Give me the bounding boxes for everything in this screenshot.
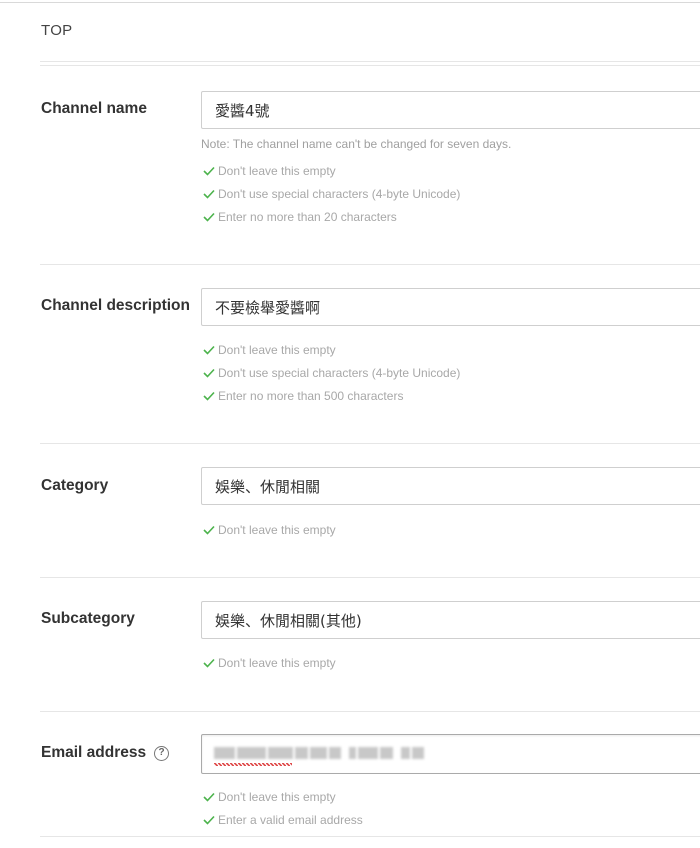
rule-text: Don't leave this empty — [218, 343, 336, 357]
help-circle-icon[interactable]: ? — [154, 745, 170, 761]
rule-text: Don't leave this empty — [218, 523, 336, 537]
channel-description-input[interactable] — [201, 288, 700, 326]
validation-rule: Don't use special characters (4-byte Uni… — [203, 366, 460, 380]
validation-rule: Don't leave this empty — [203, 164, 336, 178]
validation-rule: Don't leave this empty — [203, 523, 336, 537]
validation-rule: Don't leave this empty — [203, 656, 336, 670]
check-icon — [203, 391, 215, 401]
email-address-input[interactable] — [201, 734, 700, 774]
check-icon — [203, 815, 215, 825]
check-icon — [203, 658, 215, 668]
check-icon — [203, 166, 215, 176]
rule-text: Don't leave this empty — [218, 164, 336, 178]
email-address-label: Email address — [41, 744, 147, 761]
top-divider — [0, 2, 700, 3]
validation-rule: Enter a valid email address — [203, 813, 363, 827]
check-icon — [203, 368, 215, 378]
validation-rule: Enter no more than 20 characters — [203, 210, 397, 224]
check-icon — [203, 189, 215, 199]
check-icon — [203, 212, 215, 222]
validation-rule: Don't use special characters (4-byte Uni… — [203, 187, 460, 201]
category-input[interactable] — [201, 467, 700, 505]
category-label: Category — [41, 477, 109, 494]
rule-text: Don't leave this empty — [218, 790, 336, 804]
check-icon — [203, 345, 215, 355]
email-address-label-group: Email address ? — [41, 744, 170, 762]
check-icon — [203, 525, 215, 535]
section-divider — [40, 577, 700, 578]
section-divider — [40, 61, 700, 66]
channel-name-input[interactable] — [201, 91, 700, 129]
rule-text: Don't use special characters (4-byte Uni… — [218, 187, 461, 201]
channel-description-label: Channel description — [41, 297, 190, 314]
rule-text: Enter no more than 20 characters — [218, 210, 397, 224]
rule-text: Enter no more than 500 characters — [218, 389, 404, 403]
channel-name-note: Note: The channel name can't be changed … — [201, 137, 512, 151]
rule-text: Don't leave this empty — [218, 656, 336, 670]
validation-rule: Don't leave this empty — [203, 790, 336, 804]
section-divider — [40, 264, 700, 265]
validation-rule: Don't leave this empty — [203, 343, 336, 357]
channel-name-label: Channel name — [41, 100, 147, 117]
rule-text: Enter a valid email address — [218, 813, 363, 827]
subcategory-label: Subcategory — [41, 610, 135, 627]
check-icon — [203, 792, 215, 802]
rule-text: Don't use special characters (4-byte Uni… — [218, 366, 461, 380]
validation-rule: Enter no more than 500 characters — [203, 389, 403, 403]
section-divider — [40, 836, 700, 837]
section-divider — [40, 443, 700, 444]
channel-settings-form: TOP Channel name Note: The channel name … — [0, 0, 700, 848]
subcategory-input[interactable] — [201, 601, 700, 639]
section-divider — [40, 711, 700, 712]
breadcrumb[interactable]: TOP — [41, 22, 72, 39]
